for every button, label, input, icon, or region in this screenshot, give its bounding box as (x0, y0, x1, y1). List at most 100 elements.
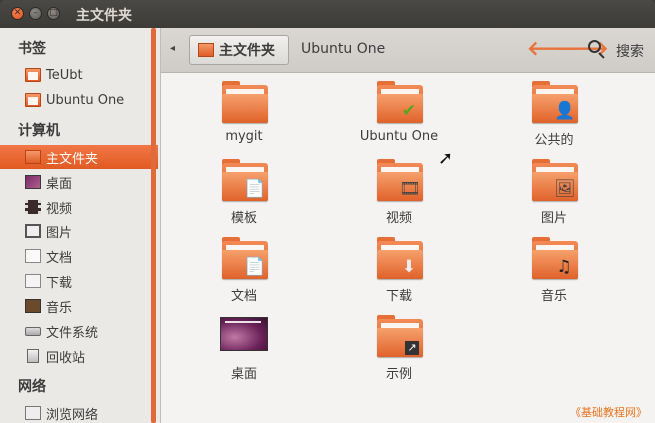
sidebar-item-trash[interactable]: 回收站 (0, 344, 158, 368)
sidebar-item-label: 图片 (46, 225, 73, 241)
file-item-documents[interactable]: 📄 文档 (179, 229, 309, 304)
file-item-desktop[interactable]: 桌面 (179, 307, 309, 382)
sidebar-item-label: 桌面 (46, 176, 73, 192)
pictures-icon (25, 224, 41, 238)
sidebar-item-music[interactable]: 音乐 (0, 294, 158, 318)
folder-icon: 👤 (532, 81, 578, 123)
file-item-examples[interactable]: ↗ 示例 (334, 307, 464, 382)
trash-icon (27, 349, 39, 363)
template-icon: 📄 (244, 179, 266, 199)
network-icon (25, 406, 41, 420)
file-item-public[interactable]: 👤 公共的 (489, 73, 619, 148)
sidebar-scrollbar[interactable] (151, 28, 156, 423)
minimize-button[interactable]: – (29, 7, 42, 20)
title-bar: ✕ – □ 主文件夹 (0, 0, 655, 28)
folder-icon: 📄 (222, 159, 268, 201)
file-item-downloads[interactable]: ⬇ 下载 (334, 229, 464, 304)
sidebar-item-videos[interactable]: 视频 (0, 195, 158, 219)
breadcrumb-ubuntu-one[interactable]: Ubuntu One (301, 41, 385, 57)
toolbar: ◂ 主文件夹 Ubuntu One 🡐 🡒 搜索 (161, 28, 655, 73)
folder-icon (25, 93, 41, 107)
sidebar-item-label: 主文件夹 (46, 151, 99, 167)
file-item-pictures[interactable]: 🖼 图片 (489, 151, 619, 226)
folder-icon: 🖼 (532, 159, 578, 201)
sidebar-header-computer: 计算机 (18, 123, 60, 139)
film-icon: 🎞 (399, 179, 421, 199)
file-item-music[interactable]: ♫ 音乐 (489, 229, 619, 304)
sidebar-item-label: 视频 (46, 201, 73, 217)
music-icon (25, 299, 41, 313)
sidebar-item-pictures[interactable]: 图片 (0, 219, 158, 243)
sidebar-item-teubt[interactable]: TeUbt (0, 63, 158, 87)
sidebar-item-ubuntu-one[interactable]: Ubuntu One (0, 88, 158, 112)
sidebar-item-browse-network[interactable]: 浏览网络 (0, 401, 158, 423)
home-folder-icon (198, 43, 214, 57)
mouse-cursor-icon: ➚ (438, 148, 454, 169)
folder-icon: ↗ (377, 315, 423, 357)
document-icon: 📄 (244, 257, 266, 277)
minimize-icon: – (33, 8, 38, 18)
breadcrumb-scroll-left-icon[interactable]: ◂ (170, 43, 175, 54)
search-label[interactable]: 搜索 (616, 41, 644, 61)
file-label: 桌面 (230, 367, 257, 382)
sidebar-item-desktop[interactable]: 桌面 (0, 170, 158, 194)
documents-icon (25, 249, 41, 263)
picture-icon: 🖼 (554, 179, 576, 199)
desktop-icon (25, 175, 41, 189)
download-arrow-icon: ⬇ (401, 257, 417, 277)
filesystem-icon (25, 326, 41, 336)
sidebar-item-label: 文档 (46, 250, 73, 266)
music-note-icon: ♫ (556, 257, 572, 277)
sidebar-header-network: 网络 (18, 379, 46, 395)
person-icon: 👤 (554, 101, 576, 121)
sidebar: 书签 TeUbt Ubuntu One 计算机 主文件夹 桌面 视频 图片 文档… (0, 28, 161, 423)
breadcrumb-home-button[interactable]: 主文件夹 (189, 35, 289, 65)
window-title: 主文件夹 (76, 8, 132, 24)
close-icon: ✕ (13, 8, 22, 18)
file-label: 图片 (540, 211, 567, 226)
file-label: 文档 (230, 289, 257, 304)
watermark: 《基础教程网》 (570, 406, 647, 419)
desktop-thumbnail-icon (220, 317, 268, 351)
file-item-mygit[interactable]: mygit (179, 73, 309, 144)
sidebar-item-label: 音乐 (46, 300, 73, 316)
file-label: 音乐 (540, 289, 567, 304)
sidebar-item-downloads[interactable]: 下载 (0, 269, 158, 293)
file-grid: mygit ✔ Ubuntu One 👤 公共的 📄 模板 🎞 视频 🖼 图片 … (161, 73, 655, 423)
file-item-templates[interactable]: 📄 模板 (179, 151, 309, 226)
folder-icon: ✔ (377, 81, 423, 123)
folder-icon: 📄 (222, 237, 268, 279)
video-icon (25, 200, 41, 214)
maximize-button[interactable]: □ (47, 7, 60, 20)
file-item-ubuntu-one[interactable]: ✔ Ubuntu One (334, 73, 464, 144)
close-button[interactable]: ✕ (11, 7, 24, 20)
folder-icon: ♫ (532, 237, 578, 279)
sidebar-item-label: 下载 (46, 275, 73, 291)
file-label: 模板 (230, 211, 257, 226)
file-label: Ubuntu One (359, 129, 439, 144)
search-icon[interactable] (588, 40, 601, 53)
sidebar-item-label: 文件系统 (46, 325, 99, 341)
checkmark-icon: ✔ (401, 101, 417, 121)
file-label: 公共的 (534, 133, 574, 148)
file-label: 视频 (385, 211, 412, 226)
sidebar-item-filesystem[interactable]: 文件系统 (0, 319, 158, 343)
home-folder-icon (25, 150, 41, 164)
file-label: mygit (225, 129, 263, 144)
file-label: 示例 (385, 367, 412, 382)
sidebar-item-label: TeUbt (46, 67, 83, 83)
sidebar-header-bookmarks: 书签 (18, 41, 46, 57)
folder-icon (222, 81, 268, 123)
breadcrumb-home-label: 主文件夹 (219, 43, 275, 59)
link-arrow-icon: ↗ (405, 341, 419, 355)
sidebar-item-label: 回收站 (46, 350, 86, 366)
downloads-icon (25, 274, 41, 288)
sidebar-item-home[interactable]: 主文件夹 (0, 145, 158, 169)
sidebar-item-documents[interactable]: 文档 (0, 244, 158, 268)
maximize-icon: □ (49, 8, 58, 18)
folder-icon (25, 68, 41, 82)
folder-icon: ⬇ (377, 237, 423, 279)
sidebar-item-label: 浏览网络 (46, 407, 99, 423)
sidebar-item-label: Ubuntu One (46, 92, 125, 108)
folder-icon: 🎞 (377, 159, 423, 201)
